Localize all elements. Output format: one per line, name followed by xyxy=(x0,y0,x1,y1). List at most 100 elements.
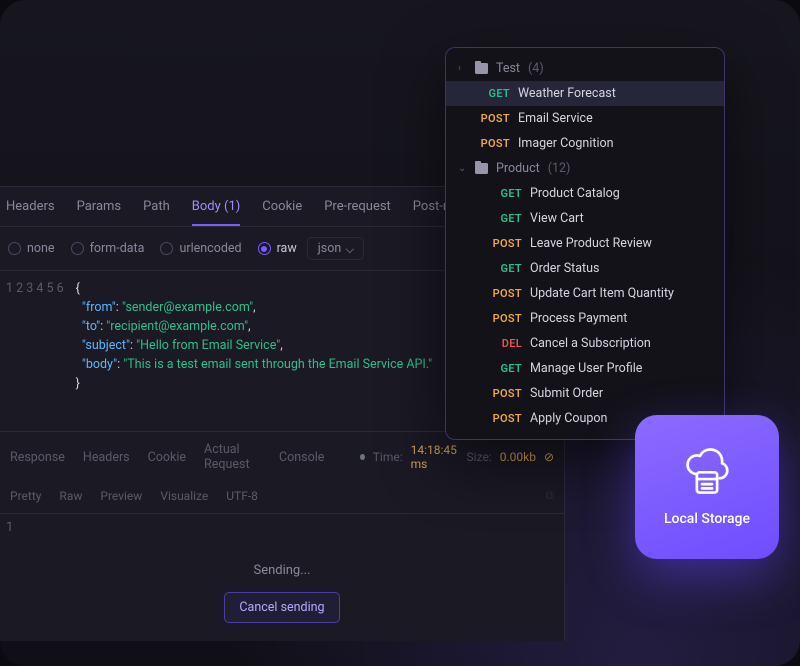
method-badge: DEL xyxy=(488,337,522,350)
method-badge: POST xyxy=(488,387,522,400)
sending-state: Sending... Cancel sending xyxy=(0,535,564,641)
collection-tree: › Test (4) GET Weather Forecast POST Email Ser… xyxy=(445,47,725,440)
tree-request[interactable]: GETView Cart xyxy=(446,206,724,231)
folder-name: Product xyxy=(496,161,540,176)
rtab-headers[interactable]: Headers xyxy=(83,450,130,465)
tree-request[interactable]: POST Leave Product Review xyxy=(446,231,724,256)
radio-icon xyxy=(71,242,84,255)
radio-icon xyxy=(258,242,271,255)
request-name: Update Cart Item Quantity xyxy=(530,286,674,301)
tree-request[interactable]: DEL Cancel a Subscription xyxy=(446,331,724,356)
tree-request[interactable]: POST Submit Order xyxy=(446,381,724,406)
folder-count: (4) xyxy=(528,61,544,76)
tree-request[interactable]: POST Email Service xyxy=(446,106,724,131)
rtab-response[interactable]: Response xyxy=(10,450,65,465)
method-badge: POST xyxy=(476,137,510,150)
tree-request[interactable]: GET Product Catalog xyxy=(446,181,724,206)
response-meta: Time: 14:18:45 ms Size: 0.00kb ⊘ xyxy=(360,443,554,471)
raw-format-value: json xyxy=(318,241,341,256)
folder-count: (12) xyxy=(548,161,571,176)
bodytype-urlencoded-label: urlencoded xyxy=(179,241,241,256)
tab-body-count: (1) xyxy=(224,199,240,214)
request-name: Leave Product Review xyxy=(530,236,652,251)
rtab-console[interactable]: Console xyxy=(279,450,324,465)
folder-icon xyxy=(475,63,488,74)
rtab-cookie[interactable]: Cookie xyxy=(148,450,186,465)
bodytype-formdata-label: form-data xyxy=(90,241,145,256)
request-name: Order Status xyxy=(530,261,599,276)
request-name: Submit Order xyxy=(530,386,603,401)
local-storage-label: Local Storage xyxy=(664,511,750,527)
copy-icon[interactable]: ⧉ xyxy=(545,488,554,503)
tree-folder[interactable]: ⌄Product(12) xyxy=(446,156,724,181)
radio-icon xyxy=(8,242,21,255)
method-badge: POST xyxy=(488,287,522,300)
status-dot-icon xyxy=(360,454,364,460)
method-badge: POST xyxy=(488,312,522,325)
rsub-pretty[interactable]: Pretty xyxy=(10,489,41,503)
tab-body[interactable]: Body (1) xyxy=(192,199,241,226)
stage: Headers Params Path Body (1) Cookie Pre-… xyxy=(0,0,800,666)
time-value: 14:18:45 ms xyxy=(411,443,459,471)
cloud-storage-icon xyxy=(680,447,734,501)
tree-request[interactable]: GET Manage User Profile xyxy=(446,356,724,381)
request-name: Cancel a Subscription xyxy=(530,336,651,351)
tree-request[interactable]: POST Update Cart Item Quantity xyxy=(446,281,724,306)
sending-label: Sending... xyxy=(253,563,310,578)
tab-params[interactable]: Params xyxy=(77,199,122,216)
folder-icon xyxy=(475,163,488,174)
method-badge: POST xyxy=(488,412,522,425)
tree-request[interactable]: GET Weather Forecast xyxy=(446,81,724,106)
tree-request[interactable]: GET Order Status xyxy=(446,256,724,281)
tab-cookie[interactable]: Cookie xyxy=(262,199,302,216)
method-badge: GET xyxy=(488,262,522,275)
time-label: Time: xyxy=(373,450,403,464)
request-name: Weather Forecast xyxy=(518,86,616,101)
request-name: Manage User Profile xyxy=(530,361,642,376)
size-label: Size: xyxy=(467,450,492,464)
bodytype-raw[interactable]: raw xyxy=(258,241,297,256)
raw-format-select[interactable]: json xyxy=(307,237,364,260)
local-storage-card[interactable]: Local Storage xyxy=(635,415,779,559)
tab-prerequest[interactable]: Pre-request xyxy=(324,199,391,216)
method-badge: GET xyxy=(488,187,522,200)
cancel-sending-button[interactable]: Cancel sending xyxy=(224,592,339,623)
method-badge: GET xyxy=(488,362,522,375)
bodytype-none-label: none xyxy=(27,241,55,256)
rsub-preview[interactable]: Preview xyxy=(100,489,142,503)
code-gutter: 1 2 3 4 5 6 xyxy=(0,279,76,393)
response-panel: Response Headers Cookie Actual Request C… xyxy=(0,431,564,641)
bodytype-urlencoded[interactable]: urlencoded xyxy=(160,241,241,256)
method-badge: GET xyxy=(476,87,510,100)
rsub-raw[interactable]: Raw xyxy=(59,489,82,503)
bodytype-none[interactable]: none xyxy=(8,241,55,256)
tree-request[interactable]: POST Imager Cognition xyxy=(446,131,724,156)
request-name: Imager Cognition xyxy=(518,136,614,151)
request-name: Apply Coupon xyxy=(530,411,607,426)
request-name: Process Payment xyxy=(530,311,627,326)
request-name: Email Service xyxy=(518,111,593,126)
warn-icon: ⊘ xyxy=(544,450,554,464)
request-name: View Cart xyxy=(530,211,584,226)
tab-body-label: Body xyxy=(192,199,221,214)
bodytype-formdata[interactable]: form-data xyxy=(71,241,145,256)
rsub-enc[interactable]: UTF-8 xyxy=(226,489,258,503)
size-value: 0.00kb xyxy=(500,450,536,464)
chevron-right-icon: › xyxy=(458,63,467,74)
tree-request[interactable]: POST Process Payment xyxy=(446,306,724,331)
code-lines: { "from": "sender@example.com", "to": "r… xyxy=(76,279,432,393)
bodytype-raw-label: raw xyxy=(277,241,297,256)
tab-headers[interactable]: Headers xyxy=(6,199,55,216)
chevron-down-icon xyxy=(346,245,354,253)
rtab-actual[interactable]: Actual Request xyxy=(204,442,261,472)
tree-folder[interactable]: › Test (4) xyxy=(446,56,724,81)
response-subbar: Pretty Raw Preview Visualize UTF-8 ⧉ xyxy=(0,482,564,514)
method-badge: POST xyxy=(488,237,522,250)
rsub-visual[interactable]: Visualize xyxy=(160,489,208,503)
request-name: Product Catalog xyxy=(530,186,620,201)
resp-gutter: 1 xyxy=(0,514,25,535)
method-badge: POST xyxy=(476,112,510,125)
tab-path[interactable]: Path xyxy=(143,199,170,216)
folder-name: Test xyxy=(496,61,520,76)
radio-icon xyxy=(160,242,173,255)
